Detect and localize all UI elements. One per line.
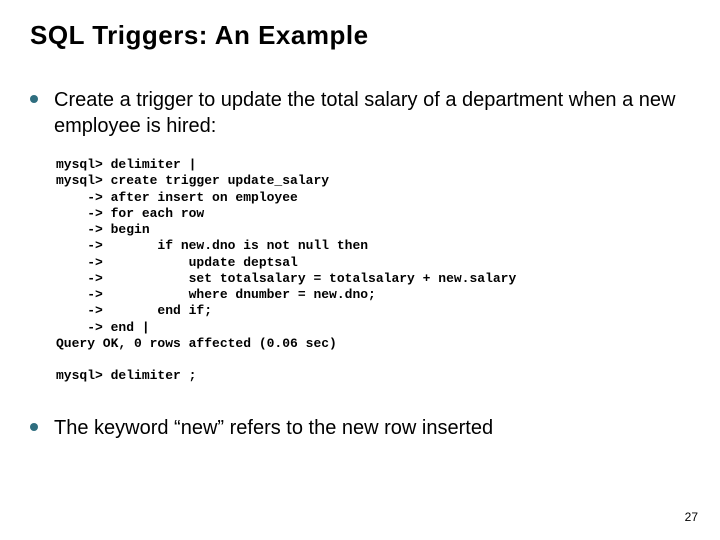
- code-block: mysql> delimiter | mysql> create trigger…: [56, 157, 690, 385]
- bullet-icon: [30, 95, 38, 103]
- bullet-text-1: Create a trigger to update the total sal…: [54, 87, 690, 139]
- bullet-item-1: Create a trigger to update the total sal…: [30, 87, 690, 139]
- slide: SQL Triggers: An Example Create a trigge…: [0, 0, 720, 540]
- slide-title: SQL Triggers: An Example: [30, 20, 690, 51]
- bullet-text-2: The keyword “new” refers to the new row …: [54, 415, 493, 441]
- page-number: 27: [685, 510, 698, 524]
- bullet-item-2: The keyword “new” refers to the new row …: [30, 415, 690, 441]
- bullet-icon: [30, 423, 38, 431]
